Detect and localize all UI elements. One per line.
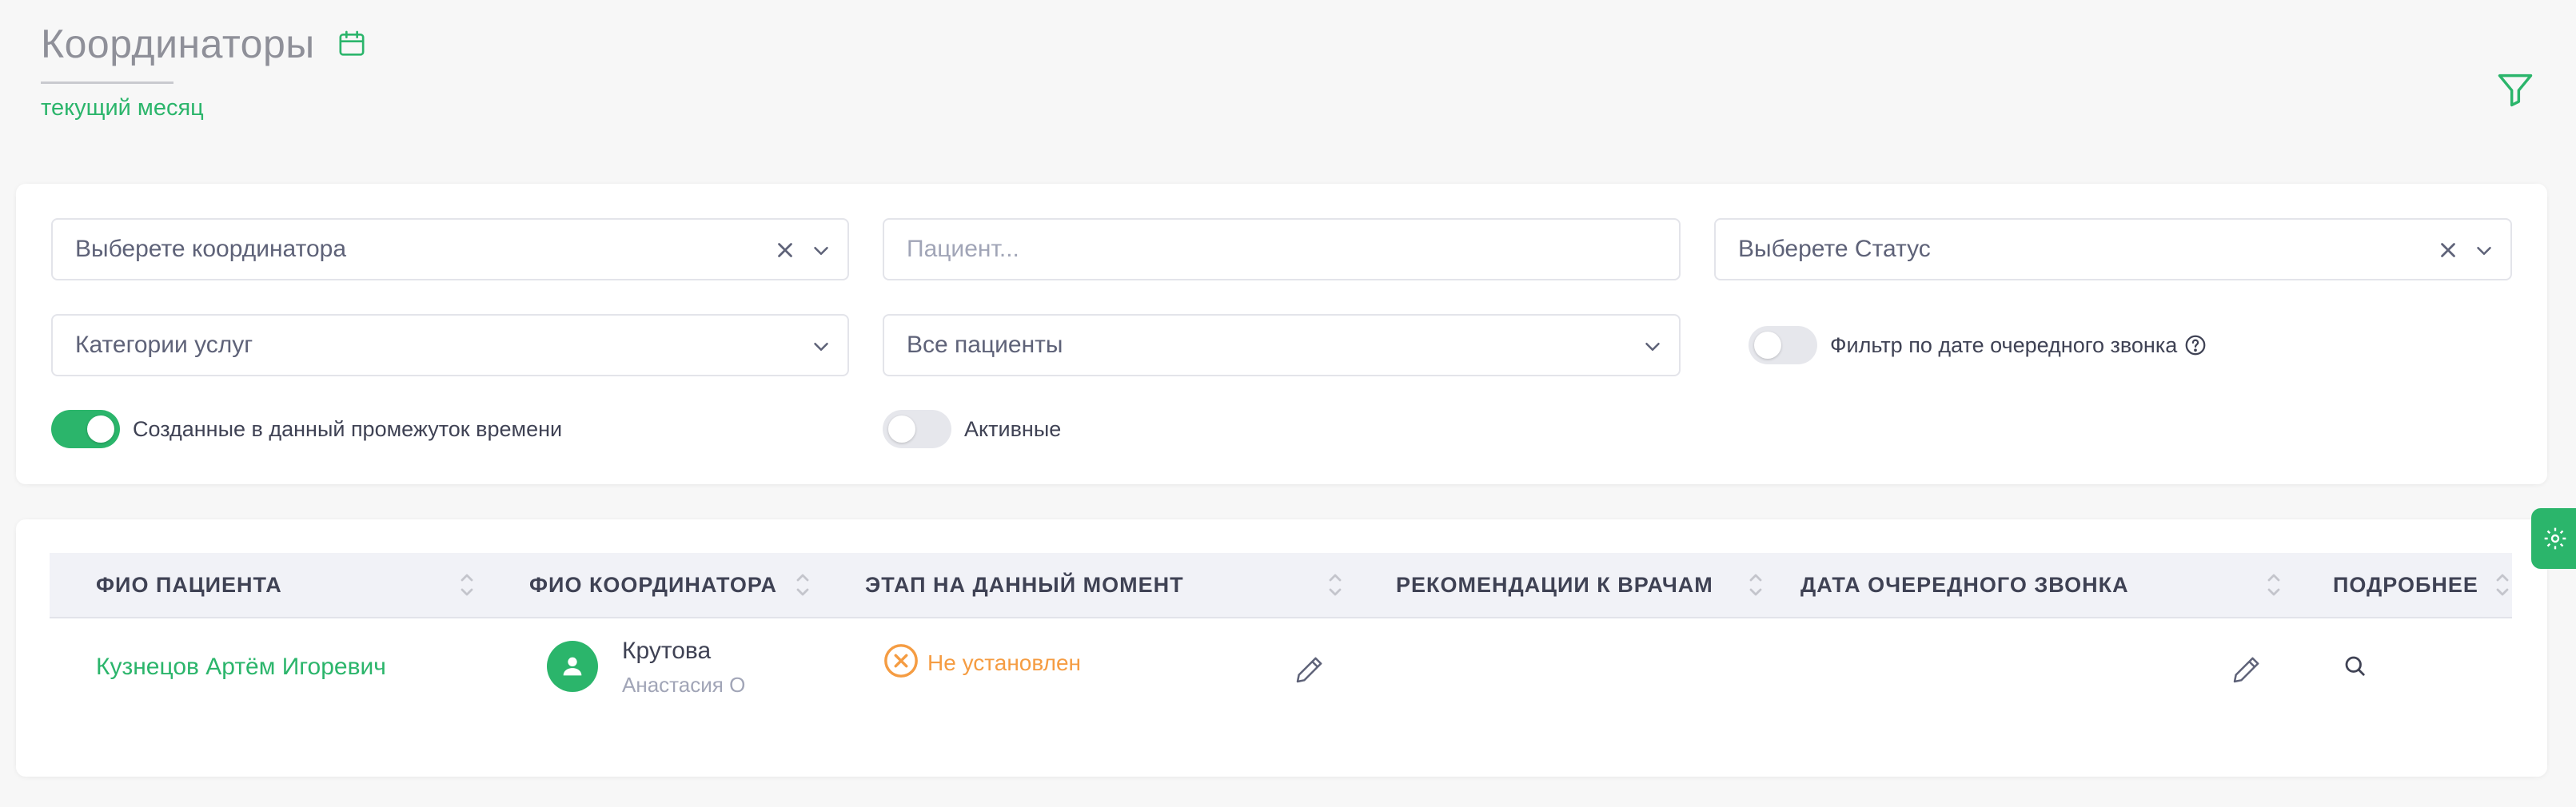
patient-search-input[interactable]: Пациент... [883, 218, 1681, 280]
table-row: Кузнецов Артём Игоревич Крутова Анастаси… [50, 618, 2512, 722]
search-icon[interactable] [2343, 654, 2367, 678]
toggle-knob [87, 415, 114, 443]
sort-icon[interactable] [457, 570, 477, 599]
sort-icon[interactable] [2493, 570, 2512, 599]
patients-scope-select[interactable]: Все пациенты [883, 314, 1681, 376]
settings-tab[interactable] [2531, 508, 2576, 569]
coordinator-first-name: Анастасия О [622, 673, 746, 697]
column-header-details[interactable]: ПОДРОБНЕЕ [2333, 553, 2478, 617]
close-icon[interactable] [771, 236, 800, 264]
toggle-knob [888, 415, 915, 443]
active-only-toggle[interactable] [883, 410, 951, 448]
user-icon [563, 657, 582, 676]
page-header: Координаторы текущий месяц [41, 21, 368, 121]
chevron-down-icon[interactable] [2472, 239, 2496, 263]
sort-icon[interactable] [1326, 570, 1345, 599]
close-icon[interactable] [2434, 236, 2462, 264]
sort-icon[interactable] [2264, 570, 2283, 599]
coordinators-table: ФИО ПАЦИЕНТА ФИО КООРДИНАТОРА ЭТАП НА ДА… [16, 519, 2547, 777]
column-header-recommendations[interactable]: РЕКОМЕНДАЦИИ К ВРАЧАМ [1396, 553, 1713, 617]
x-circle-icon [883, 642, 919, 679]
calendar-icon[interactable] [336, 28, 368, 60]
created-in-period-filter: Созданные в данный промежуток времени [51, 410, 562, 448]
edit-next-call-pencil-icon[interactable] [2231, 654, 2263, 686]
service-categories-placeholder: Категории услуг [75, 332, 253, 358]
column-header-stage[interactable]: ЭТАП НА ДАННЫЙ МОМЕНТ [865, 553, 1184, 617]
column-header-next-call[interactable]: ДАТА ОЧЕРЕДНОГО ЗВОНКА [1800, 553, 2129, 617]
sort-icon[interactable] [793, 570, 812, 599]
sort-icon[interactable] [1746, 570, 1765, 599]
column-header-coordinator[interactable]: ФИО КООРДИНАТОРА [529, 553, 777, 617]
coordinator-last-name: Крутова [622, 638, 712, 664]
gear-icon [2544, 527, 2566, 550]
active-only-filter: Активные [883, 410, 1061, 448]
chevron-down-icon[interactable] [809, 335, 833, 359]
coordinator-select-placeholder: Выберете координатора [75, 236, 347, 262]
patients-scope-value: Все пациенты [907, 332, 1063, 358]
status-select-placeholder: Выберете Статус [1738, 236, 1931, 262]
next-call-date-filter: Фильтр по дате очередного звонка [1749, 326, 2207, 364]
coordinator-select[interactable]: Выберете координатора [51, 218, 849, 280]
status-select[interactable]: Выберете Статус [1714, 218, 2512, 280]
chevron-down-icon[interactable] [809, 239, 833, 263]
chevron-down-icon[interactable] [1641, 335, 1665, 359]
next-call-date-label: Фильтр по дате очередного звонка [1830, 332, 2178, 357]
stage-status: Не установлен [927, 650, 1081, 675]
service-categories-select[interactable]: Категории услуг [51, 314, 849, 376]
page-title: Координаторы [41, 22, 315, 66]
column-header-patient[interactable]: ФИО ПАЦИЕНТА [96, 553, 282, 617]
patient-name-link[interactable]: Кузнецов Артём Игоревич [96, 654, 386, 681]
title-underline [41, 81, 173, 84]
toggle-knob [1754, 332, 1781, 359]
period-selector[interactable]: текущий месяц [41, 95, 204, 121]
title-row: Координаторы [41, 21, 368, 67]
table-header: ФИО ПАЦИЕНТА ФИО КООРДИНАТОРА ЭТАП НА ДА… [50, 553, 2512, 618]
created-in-period-toggle[interactable] [51, 410, 120, 448]
created-in-period-label: Созданные в данный промежуток времени [133, 416, 563, 441]
filters-panel: Выберете координатора Пациент... Выберет… [16, 184, 2547, 484]
help-icon[interactable] [2183, 333, 2207, 357]
next-call-date-toggle[interactable] [1749, 326, 1817, 364]
patient-search-placeholder: Пациент... [907, 236, 1019, 262]
filter-icon[interactable] [2494, 69, 2536, 110]
active-only-label: Активные [964, 416, 1062, 441]
avatar [547, 641, 598, 692]
edit-stage-pencil-icon[interactable] [1294, 654, 1326, 686]
